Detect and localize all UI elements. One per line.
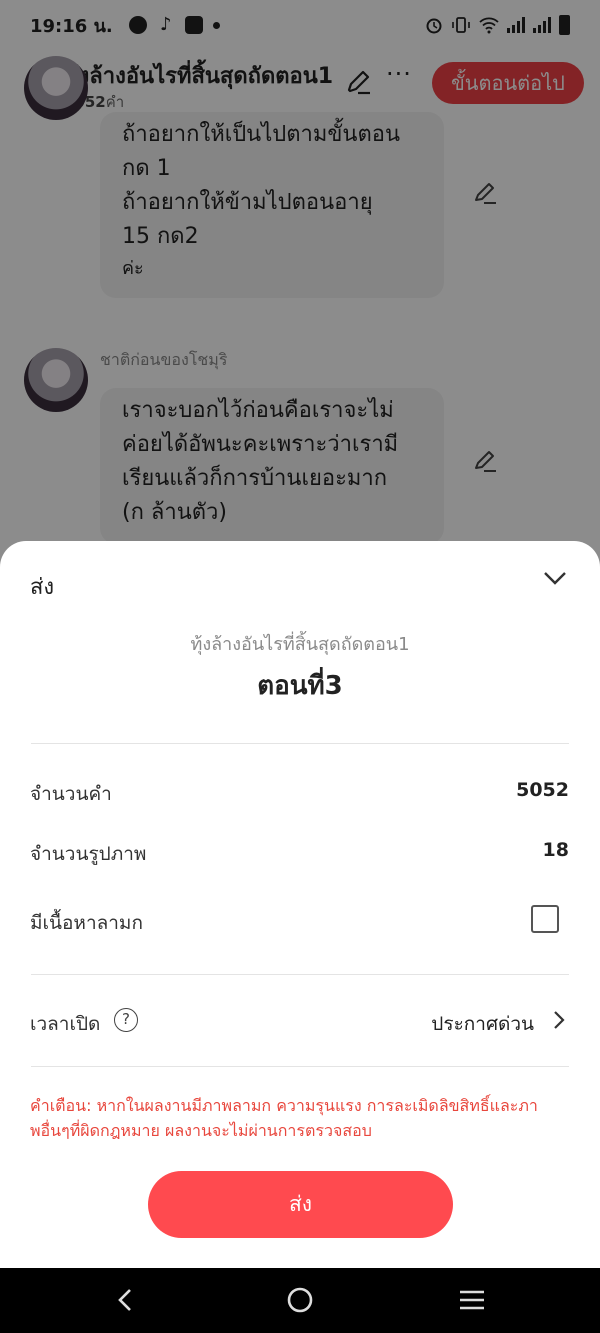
episode-title: ตอนที่3 (257, 671, 343, 701)
help-icon[interactable]: ? (114, 1008, 138, 1032)
adult-content-checkbox[interactable] (531, 905, 559, 933)
image-count-value: 18 (542, 839, 569, 861)
back-nav-icon[interactable] (110, 1284, 142, 1316)
recents-nav-icon[interactable] (456, 1284, 488, 1316)
word-count-value: 5052 (516, 779, 569, 801)
word-count-label: จำนวนคำ (30, 783, 112, 805)
warning-text: คำเตือน: หากในผลงานมีภาพลามก ความรุนแรง … (30, 1096, 538, 1140)
chevron-down-icon[interactable] (540, 563, 570, 593)
system-nav-bar (0, 1268, 600, 1333)
image-count-label: จำนวนรูปภาพ (30, 843, 147, 865)
chevron-right-icon[interactable] (548, 1009, 570, 1031)
divider (31, 974, 569, 975)
home-nav-icon[interactable] (284, 1284, 316, 1316)
submit-button[interactable]: ส่ง (148, 1171, 453, 1238)
submit-sheet: ส่ง ทุ้งล้างอันไรที่สิ้นสุดถัดตอน1 ตอนที… (0, 541, 600, 1268)
publish-time-label: เวลาเปิด (30, 1013, 101, 1035)
publish-time-value[interactable]: ประกาศด่วน (431, 1009, 534, 1039)
divider (31, 743, 569, 744)
divider (31, 1066, 569, 1067)
work-title: ทุ้งล้างอันไรที่สิ้นสุดถัดตอน1 (190, 634, 410, 655)
adult-content-label: มีเนื้อหาลามก (30, 912, 143, 934)
sheet-title: ส่ง (30, 575, 55, 600)
